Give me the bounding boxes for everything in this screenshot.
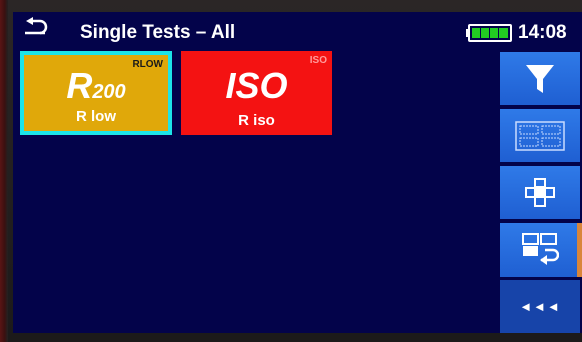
tile-symbol: R200 — [66, 65, 126, 106]
recall-button[interactable] — [500, 223, 580, 277]
tile-symbol: ISO — [225, 65, 288, 106]
back-arrow-icon — [25, 17, 48, 35]
triple-left-arrow-icon: ◄◄◄ — [519, 299, 561, 314]
tile-label: R low — [76, 108, 116, 125]
filter-button[interactable] — [500, 52, 580, 105]
battery-indicator — [466, 24, 512, 42]
back-button[interactable] — [21, 15, 53, 41]
header-bar: Single Tests – All 14:08 — [13, 12, 582, 52]
recall-return-icon — [522, 233, 559, 265]
test-tile-rlow[interactable]: RLOW R200 R low — [20, 51, 172, 135]
screen: Single Tests – All 14:08 RLOW R200 R low… — [13, 12, 582, 333]
test-tile-iso[interactable]: ISO ISO R iso — [181, 51, 332, 135]
tile-label: R iso — [238, 112, 275, 129]
sidebar: ◄◄◄ — [500, 52, 582, 333]
device-edge — [0, 0, 8, 342]
sidebar-accent-marker — [577, 223, 582, 277]
view-button[interactable] — [500, 109, 580, 162]
tile-symbol-subscript: 200 — [92, 81, 126, 103]
grid-view-icon — [515, 120, 565, 151]
layout-button[interactable] — [500, 166, 580, 219]
expand-sidebar-button[interactable]: ◄◄◄ — [500, 280, 580, 333]
filter-icon — [526, 64, 554, 93]
page-title: Single Tests – All — [80, 22, 236, 43]
clock: 14:08 — [518, 22, 567, 43]
cross-layout-icon — [525, 177, 555, 207]
battery-full-icon — [466, 24, 512, 42]
